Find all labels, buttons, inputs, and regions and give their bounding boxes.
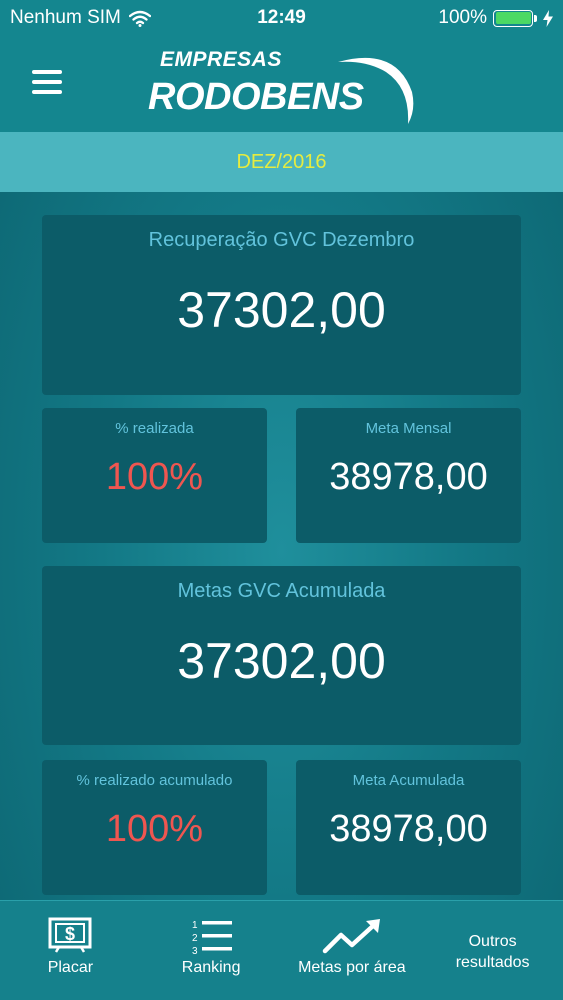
tab-ranking[interactable]: 1 2 3 Ranking	[141, 901, 282, 1000]
pct-done-card: % realizada 100%	[42, 408, 267, 543]
logo-main-text: RODOBENS	[148, 76, 364, 118]
svg-text:1: 1	[192, 920, 198, 931]
battery-fill	[495, 12, 531, 24]
accumulated-goal-value: 38978,00	[329, 808, 488, 850]
bottom-tab-bar: $ Placar 1 2 3 Ranking Metas por área Ou…	[0, 900, 563, 1000]
monthly-goal-title: Meta Mensal	[365, 420, 452, 437]
tab-placar[interactable]: $ Placar	[0, 901, 141, 1000]
tab-metas-por-area[interactable]: Metas por área	[282, 901, 423, 1000]
status-bar: Nenhum SIM 12:49 100%	[0, 0, 563, 36]
svg-text:2: 2	[192, 933, 198, 944]
pct-accumulated-card: % realizado acumulado 100%	[42, 760, 267, 895]
hamburger-menu-icon[interactable]	[32, 70, 62, 96]
pct-done-value: 100%	[105, 456, 204, 498]
accumulated-goal-title: Meta Acumulada	[352, 772, 465, 789]
tab-outros-label: Outros resultados	[455, 933, 530, 971]
monthly-goal-card: Meta Mensal 38978,00	[296, 408, 521, 543]
numbered-list-icon: 1 2 3	[192, 920, 233, 955]
recovery-title: Recuperação GVC Dezembro	[148, 229, 415, 251]
accumulated-value: 37302,00	[177, 633, 386, 689]
recovery-card: Recuperação GVC Dezembro 37302,00	[42, 215, 521, 395]
app-header: EMPRESAS RODOBENS	[0, 36, 563, 132]
svg-text:3: 3	[192, 946, 198, 955]
tab-ranking-label: Ranking	[181, 959, 241, 976]
period-selector[interactable]: DEZ/2016	[0, 132, 563, 192]
accumulated-goal-card: Meta Acumulada 38978,00	[296, 760, 521, 895]
recovery-value: 37302,00	[177, 282, 386, 338]
accumulated-title: Metas GVC Acumulada	[177, 580, 386, 602]
charging-bolt-icon	[543, 9, 553, 27]
svg-text:$: $	[65, 924, 75, 944]
trend-up-icon	[322, 919, 380, 954]
pct-done-title: % realizada	[115, 420, 194, 437]
pct-accumulated-value: 100%	[105, 808, 204, 850]
tab-placar-label: Placar	[47, 959, 94, 976]
pct-accumulated-title: % realizado acumulado	[76, 772, 233, 789]
period-label: DEZ/2016	[236, 151, 327, 173]
status-right: 100%	[438, 7, 553, 29]
monthly-goal-value: 38978,00	[329, 456, 488, 498]
battery-percent: 100%	[438, 7, 487, 28]
dollar-board-icon: $	[48, 917, 92, 953]
battery-icon	[493, 9, 537, 27]
tab-outros-resultados[interactable]: Outros resultados	[422, 901, 563, 1000]
logo-top-text: EMPRESAS	[160, 48, 282, 71]
logo-arc-icon	[338, 57, 414, 124]
company-logo: EMPRESAS RODOBENS	[140, 46, 430, 126]
accumulated-card: Metas GVC Acumulada 37302,00	[42, 566, 521, 745]
tab-metas-label: Metas por área	[298, 959, 406, 976]
